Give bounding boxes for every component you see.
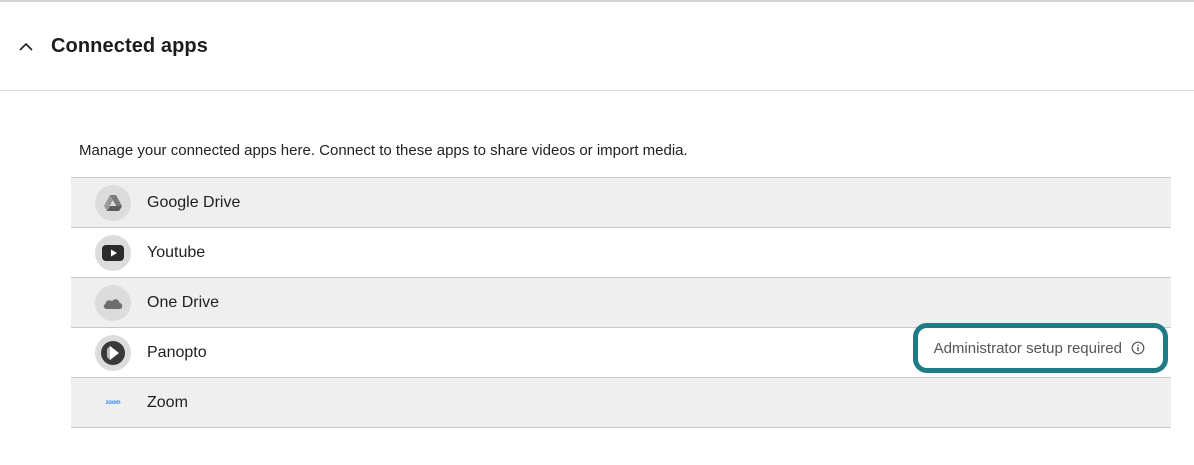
app-row-zoom[interactable]: zoom Zoom: [71, 378, 1171, 428]
panopto-icon: [95, 334, 131, 371]
youtube-icon: [95, 234, 131, 271]
section-title: Connected apps: [51, 34, 208, 57]
zoom-icon: zoom: [95, 385, 131, 421]
app-name: One Drive: [147, 293, 220, 311]
app-name: Youtube: [147, 243, 206, 261]
administrator-setup-required-badge[interactable]: Administrator setup required: [912, 323, 1168, 373]
app-row-youtube[interactable]: Youtube: [71, 228, 1171, 278]
app-name: Zoom: [147, 393, 188, 411]
google-drive-icon: [95, 184, 131, 221]
zoom-logo-text: zoom: [105, 399, 121, 406]
connected-apps-section-header[interactable]: Connected apps: [0, 2, 1194, 91]
admin-setup-label: Administrator setup required: [933, 339, 1122, 357]
app-name: Google Drive: [147, 193, 241, 211]
chevron-up-icon[interactable]: [18, 38, 34, 54]
app-row-panopto[interactable]: Panopto Administrator setup required: [71, 323, 1171, 378]
onedrive-icon: [95, 284, 131, 321]
app-name: Panopto: [147, 343, 207, 361]
app-row-onedrive[interactable]: One Drive: [71, 278, 1171, 328]
app-row-google-drive[interactable]: Google Drive: [71, 178, 1171, 228]
section-description: Manage your connected apps here. Connect…: [79, 142, 688, 159]
info-icon[interactable]: [1131, 341, 1145, 355]
connected-apps-page: Connected apps Manage your connected app…: [0, 0, 1194, 465]
connected-apps-list: Google Drive Youtube One Drive Panopto A…: [71, 177, 1171, 428]
